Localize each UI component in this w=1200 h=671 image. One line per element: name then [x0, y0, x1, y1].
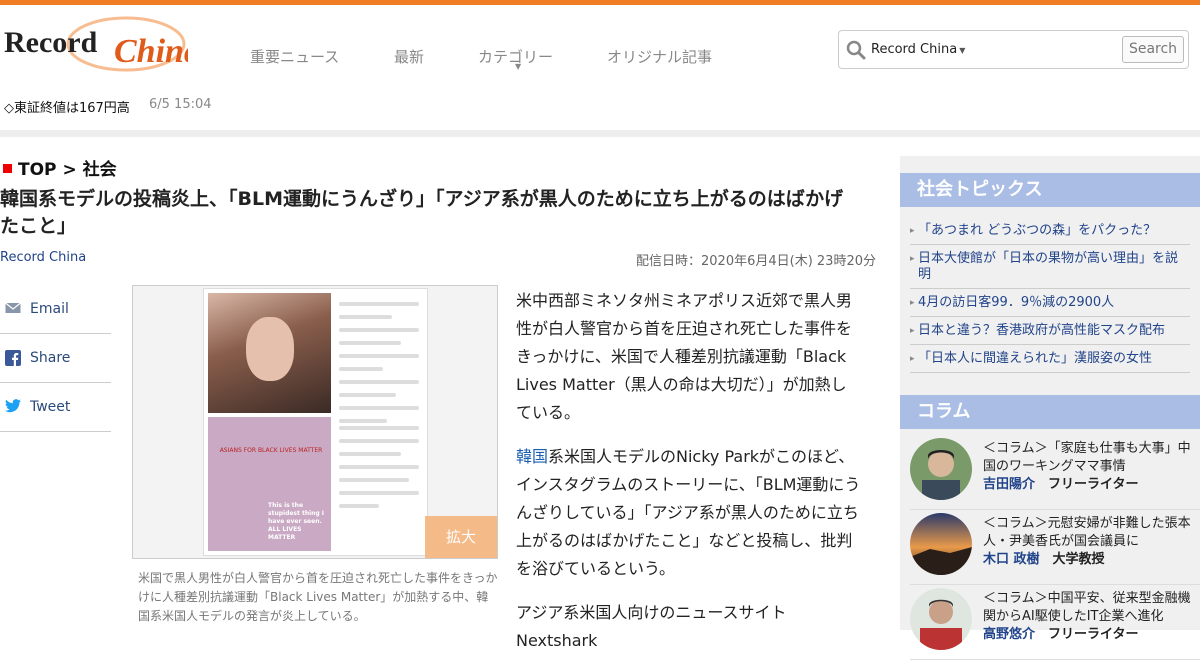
svg-text:China: China: [114, 33, 188, 70]
share-twitter-button[interactable]: Tweet: [0, 383, 111, 432]
nav-latest[interactable]: 最新: [394, 46, 424, 67]
story-banner-text: ASIANS FOR BLACK LIVES MATTER: [219, 447, 323, 454]
chevron-down-icon: ▼: [959, 46, 966, 55]
chevron-down-icon: ▼: [515, 62, 522, 71]
mail-icon: [5, 302, 21, 313]
columns-heading: コラム: [900, 395, 1200, 429]
column-author[interactable]: 吉田陽介: [983, 477, 1035, 492]
record-china-logo[interactable]: Record China: [4, 14, 188, 74]
share-facebook-label: Share: [30, 350, 71, 366]
search-scope-label: Record China: [871, 42, 958, 57]
columns-list: ＜コラム＞「家庭も仕事も大事」中国のワーキングママ事情 吉田陽介 フリーライター…: [910, 438, 1200, 660]
comment-thread: [335, 293, 423, 423]
share-email-label: Email: [30, 301, 69, 317]
breadcrumb-top[interactable]: TOP: [18, 160, 57, 180]
column-title: ＜コラム＞中国平安、従来型金融機関からAI駆使したIT企業へ進化 高野悠介 フリ…: [983, 590, 1195, 644]
paragraph-2: 韓国系米国人モデルのNicky Parkがこのほど、インスタグラムのストーリーに…: [516, 443, 862, 583]
author-avatar: [910, 438, 972, 500]
nav-important-news[interactable]: 重要ニュース: [250, 46, 339, 67]
header-divider: [0, 130, 1200, 137]
topic-item[interactable]: 日本と違う？香港政府が高性能マスク配布: [910, 317, 1190, 345]
author-avatar: [910, 588, 972, 650]
ticker-time: 6/5 15:04: [149, 97, 212, 112]
facebook-icon: [5, 350, 21, 366]
paragraph-2-text: 系米国人モデルのNicky Parkがこのほど、インスタグラムのストーリーに、「…: [516, 447, 861, 578]
breadcrumb: TOP > 社会: [3, 155, 117, 180]
column-item[interactable]: ＜コラム＞「家庭も仕事も大事」中国のワーキングママ事情 吉田陽介 フリーライター: [910, 438, 1200, 510]
topic-item[interactable]: 「日本人に間違えられた」漢服姿の女性: [910, 345, 1190, 373]
topic-item[interactable]: 4月の訪日客99．9％減の2900人: [910, 289, 1190, 317]
share-facebook-button[interactable]: Share: [0, 334, 111, 383]
breadcrumb-section[interactable]: 社会: [83, 160, 117, 180]
top-accent-bar: [0, 0, 1200, 5]
nav-original-articles[interactable]: オリジナル記事: [607, 46, 712, 67]
column-author[interactable]: 木口 政樹: [983, 552, 1040, 567]
search-scope-select[interactable]: Record China ▼: [871, 42, 965, 57]
share-twitter-label: Tweet: [30, 399, 71, 415]
column-author-role: フリーライター: [1048, 477, 1139, 492]
column-title-text: ＜コラム＞「家庭も仕事も大事」中国のワーキングママ事情: [983, 441, 1191, 474]
column-title: ＜コラム＞「家庭も仕事も大事」中国のワーキングママ事情 吉田陽介 フリーライター: [983, 440, 1195, 494]
breadcrumb-marker-icon: [3, 164, 12, 173]
breadcrumb-separator: >: [62, 160, 77, 180]
twitter-icon: [5, 399, 21, 413]
search-button[interactable]: Search: [1122, 36, 1184, 63]
instagram-screenshot: ASIANS FOR BLACK LIVES MATTER This is th…: [203, 288, 428, 556]
social-topics-list: 「あつまれ どうぶつの森」をパクった？ 日本大使館が「日本の果物が高い理由」を説…: [910, 217, 1190, 373]
ticker-headline[interactable]: ◇東証終値は167円高: [4, 97, 130, 116]
paragraph-1: 米中西部ミネソタ州ミネアポリス近郊で黒人男性が白人警官から首を圧迫され死亡した事…: [516, 291, 853, 422]
story-screenshot: ASIANS FOR BLACK LIVES MATTER This is th…: [208, 417, 331, 551]
column-item[interactable]: ＜コラム＞元慰安婦が非難した張本人・尹美香氏が国会議員に 木口 政樹 大学教授: [910, 513, 1200, 585]
svg-text:Record: Record: [4, 26, 98, 59]
article-title: 韓国系モデルの投稿炎上、「BLM運動にうんざり」「アジア系が黒人のために立ち上が…: [0, 188, 844, 237]
enlarge-button[interactable]: 拡大: [425, 516, 497, 558]
selfie-photo: [208, 293, 331, 413]
search-box: Record China ▼ Search: [838, 30, 1189, 69]
column-title-text: ＜コラム＞元慰安婦が非難した張本人・尹美香氏が国会議員に: [983, 516, 1191, 549]
nav-category[interactable]: カテゴリー ▼: [478, 46, 553, 71]
keyword-link-korea[interactable]: 韓国: [516, 447, 548, 466]
image-caption: 米国で黒人男性が白人警官から首を圧迫され死亡した事件をきっかけに人種差別抗議運動…: [138, 571, 498, 623]
comment-thread-2: [335, 417, 423, 551]
topic-item[interactable]: 「あつまれ どうぶつの森」をパクった？: [910, 217, 1190, 245]
sidebar: 社会トピックス 「あつまれ どうぶつの森」をパクった？ 日本大使館が「日本の果物…: [900, 156, 1200, 660]
search-icon: [846, 40, 866, 60]
author-avatar: [910, 513, 972, 575]
column-title-text: ＜コラム＞中国平安、従来型金融機関からAI駆使したIT企業へ進化: [983, 591, 1191, 624]
topic-item[interactable]: 日本大使館が「日本の果物が高い理由」を説明: [910, 245, 1190, 289]
column-author-role: フリーライター: [1048, 627, 1139, 642]
column-title: ＜コラム＞元慰安婦が非難した張本人・尹美香氏が国会議員に 木口 政樹 大学教授: [983, 515, 1195, 569]
article-image[interactable]: ASIANS FOR BLACK LIVES MATTER This is th…: [132, 285, 498, 559]
article-source[interactable]: Record China: [0, 250, 86, 265]
story-quote-text: This is the stupidest thing I have ever …: [268, 502, 325, 541]
article-date: 配信日時：2020年6月4日(木) 23時20分: [636, 254, 876, 269]
article-body: 米中西部ミネソタ州ミネアポリス近郊で黒人男性が白人警官から首を圧迫され死亡した事…: [516, 287, 862, 671]
social-topics-heading: 社会トピックス: [900, 173, 1200, 207]
column-author[interactable]: 高野悠介: [983, 627, 1035, 642]
share-email-button[interactable]: Email: [0, 285, 111, 334]
column-author-role: 大学教授: [1052, 552, 1105, 567]
face-shape: [246, 317, 294, 381]
share-buttons: Email Share Tweet: [0, 285, 111, 432]
paragraph-3: アジア系米国人向けのニュースサイトNextshark: [516, 603, 787, 650]
column-item[interactable]: ＜コラム＞中国平安、従来型金融機関からAI駆使したIT企業へ進化 高野悠介 フリ…: [910, 588, 1200, 660]
